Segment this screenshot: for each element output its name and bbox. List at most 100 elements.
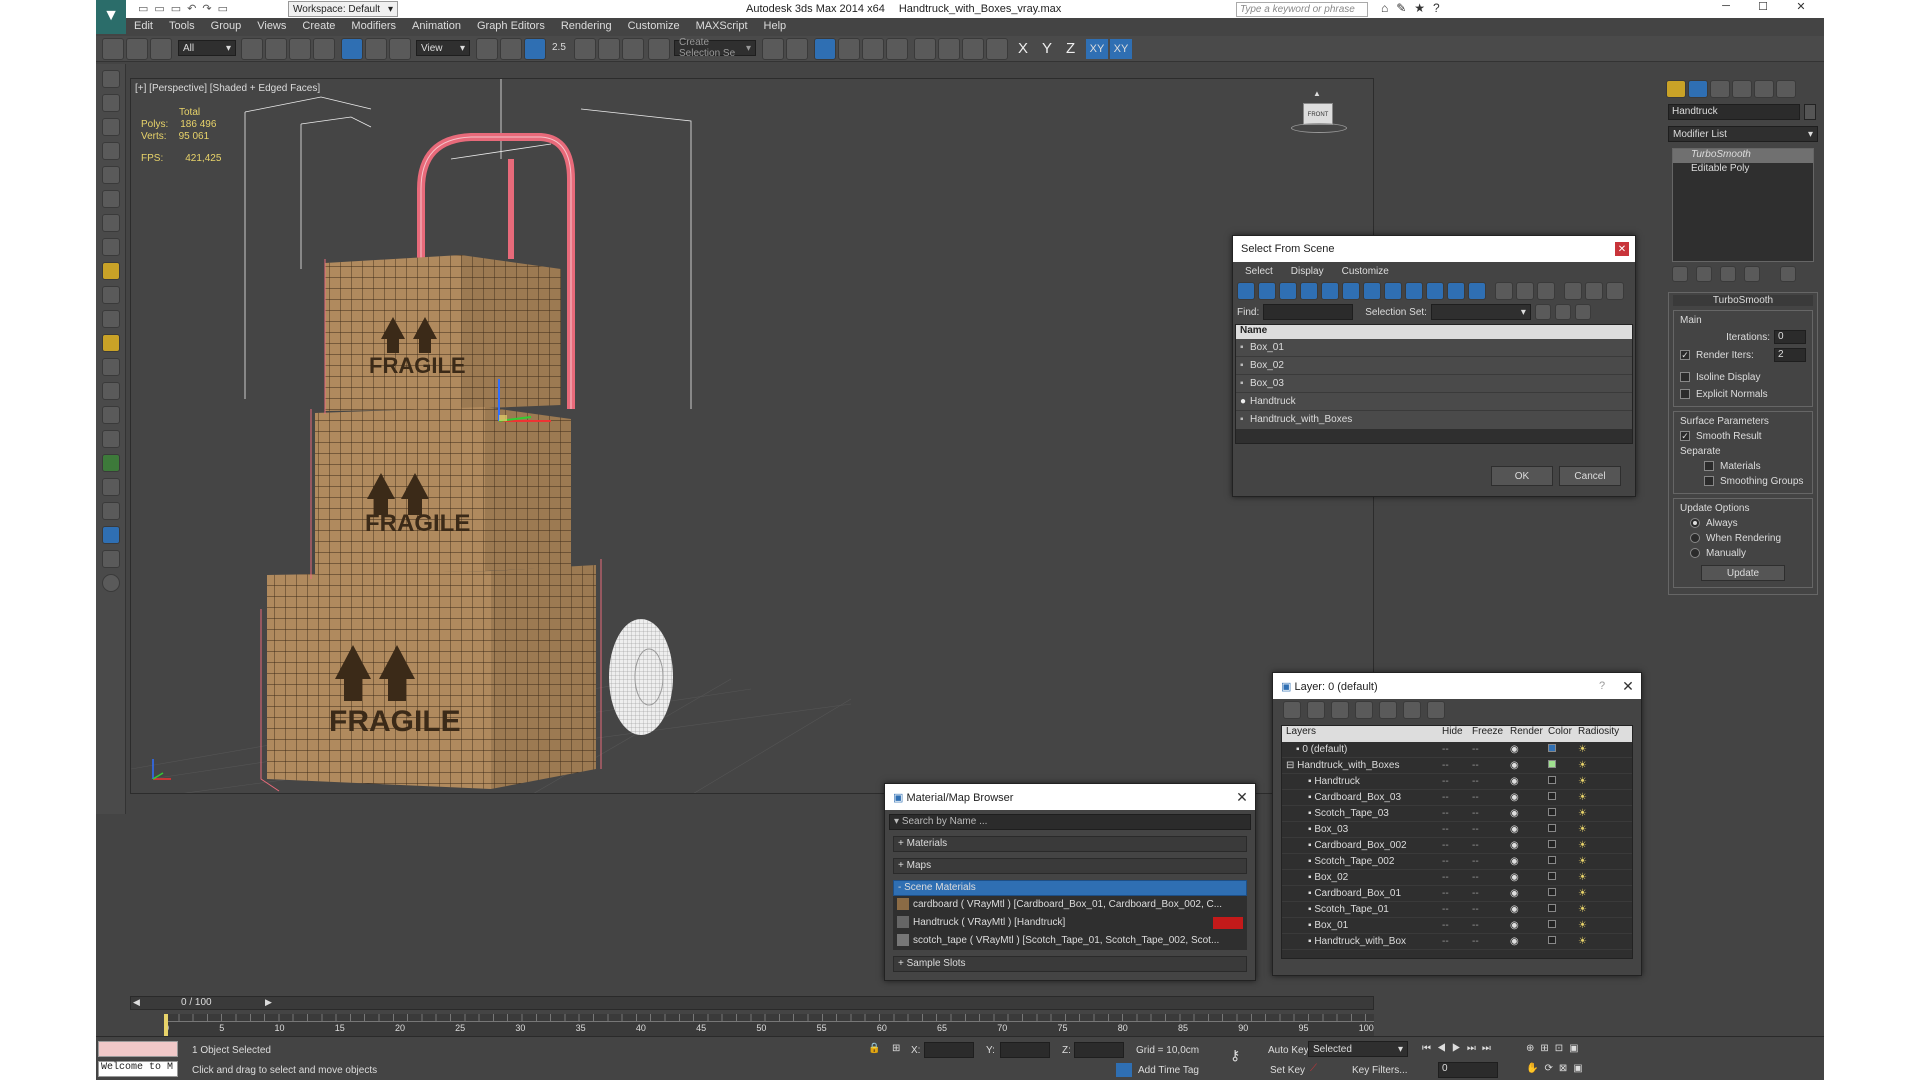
y-coord-input[interactable]	[1000, 1042, 1050, 1058]
show-end-result-icon[interactable]	[1696, 266, 1712, 282]
menu-edit[interactable]: Edit	[126, 20, 161, 34]
highlight-layer-icon[interactable]	[1379, 701, 1397, 719]
freeze-toggle[interactable]: --	[1472, 920, 1510, 931]
col-render[interactable]: Render	[1510, 726, 1548, 742]
layer-row[interactable]: ▪ Scotch_Tape_03 -- -- ◉ ☀	[1282, 806, 1632, 822]
menu-group[interactable]: Group	[203, 20, 250, 34]
maxscript-listener[interactable]	[98, 1041, 178, 1057]
graphite-ribbon-icon[interactable]	[838, 38, 860, 60]
menu-rendering[interactable]: Rendering	[553, 20, 620, 34]
create-plant-icon[interactable]	[101, 454, 120, 472]
layer-color-swatch[interactable]	[1548, 920, 1578, 931]
stack-item-editable-poly[interactable]: Editable Poly	[1673, 163, 1813, 177]
select-none-icon[interactable]	[1516, 282, 1534, 300]
hide-toggle[interactable]: --	[1442, 856, 1472, 867]
render-toggle[interactable]: ◉	[1510, 760, 1548, 771]
current-frame-input[interactable]: 0	[1438, 1062, 1498, 1078]
selset-edit-icon[interactable]	[1554, 304, 1571, 320]
layer-row[interactable]: ▪ Scotch_Tape_01 -- -- ◉ ☀	[1282, 902, 1632, 918]
browser-search[interactable]: ▾ Search by Name ...	[889, 814, 1251, 830]
menu-graph-editors[interactable]: Graph Editors	[469, 20, 553, 34]
section-scene-materials[interactable]: - Scene Materials	[893, 880, 1247, 896]
list-item[interactable]: ▪ Box_01	[1236, 339, 1632, 357]
list-item[interactable]: ● Handtruck	[1236, 393, 1632, 411]
find-input[interactable]	[1263, 304, 1354, 320]
cancel-button[interactable]: Cancel	[1559, 466, 1621, 486]
hide-toggle[interactable]: --	[1442, 824, 1472, 835]
create-plane-icon[interactable]	[101, 238, 120, 256]
time-slider[interactable]: ◀ 0 / 100 ▶	[130, 996, 1374, 1010]
create-system-icon[interactable]	[101, 502, 120, 520]
select-in-layer-icon[interactable]	[1355, 701, 1373, 719]
list-item[interactable]: ▪ Box_02	[1236, 357, 1632, 375]
radiosity-icon[interactable]: ☀	[1578, 872, 1618, 883]
select-by-name-icon[interactable]	[265, 38, 287, 60]
layer-row[interactable]: ⊟ Handtruck_with_Boxes -- -- ◉ ☀	[1282, 758, 1632, 774]
render-toggle[interactable]: ◉	[1510, 824, 1548, 835]
create-cone-icon[interactable]	[101, 190, 120, 208]
render-toggle[interactable]: ◉	[1510, 888, 1548, 899]
list-item[interactable]: ▪ Handtruck_with_Boxes	[1236, 411, 1632, 429]
close-icon[interactable]: ✕	[1615, 242, 1629, 256]
render-toggle[interactable]: ◉	[1510, 904, 1548, 915]
filter-containers-icon[interactable]	[1426, 282, 1444, 300]
hide-toggle[interactable]: --	[1442, 840, 1472, 851]
app-logo-icon[interactable]: ▼	[96, 0, 126, 34]
create-tube-icon[interactable]	[101, 214, 120, 232]
layer-color-swatch[interactable]	[1548, 744, 1578, 755]
prev-frame-arrow[interactable]: ◀	[133, 997, 140, 1008]
filter-lights-icon[interactable]	[1279, 282, 1297, 300]
viewcube-face[interactable]: FRONT	[1303, 103, 1333, 125]
menu-maxscript[interactable]: MAXScript	[688, 20, 756, 34]
pivot-center-icon[interactable]	[476, 38, 498, 60]
curve-editor-icon[interactable]	[862, 38, 884, 60]
minimize-button[interactable]: ─	[1711, 0, 1741, 18]
search-input[interactable]: Type a keyword or phrase	[1237, 4, 1355, 15]
infocenter-icons[interactable]: ⌂✎★?	[1381, 1, 1448, 15]
layer-color-swatch[interactable]	[1548, 888, 1578, 899]
radiosity-icon[interactable]: ☀	[1578, 824, 1618, 835]
selection-filter-dropdown[interactable]: All ▾	[178, 40, 236, 56]
chevron-down-icon[interactable]: ▾	[894, 816, 902, 827]
spinner-snap-icon[interactable]	[622, 38, 644, 60]
hide-toggle[interactable]: --	[1442, 872, 1472, 883]
layer-color-swatch[interactable]	[1548, 872, 1578, 883]
rendered-frame-icon[interactable]	[962, 38, 984, 60]
create-light-icon[interactable]	[101, 262, 120, 280]
layer-row[interactable]: ▪ Cardboard_Box_03 -- -- ◉ ☀	[1282, 790, 1632, 806]
dialog-title-bar[interactable]: ▣ Layer: 0 (default) ? ✕	[1273, 673, 1641, 699]
update-button[interactable]: Update	[1701, 565, 1785, 581]
layer-row[interactable]: ▪ Box_02 -- -- ◉ ☀	[1282, 870, 1632, 886]
motion-tab-icon[interactable]	[1732, 80, 1752, 98]
manually-radio[interactable]	[1690, 548, 1700, 559]
columns-icon[interactable]	[1606, 282, 1624, 300]
create-globe-icon[interactable]	[101, 526, 120, 544]
menu-customize[interactable]: Customize	[620, 20, 688, 34]
render-iters-spinner[interactable]: 2	[1774, 348, 1806, 362]
render-production-icon[interactable]	[986, 38, 1008, 60]
render-toggle[interactable]: ◉	[1510, 744, 1548, 755]
modify-tab-icon[interactable]	[1688, 80, 1708, 98]
menu-views[interactable]: Views	[249, 20, 294, 34]
layer-color-swatch[interactable]	[1548, 904, 1578, 915]
edit-named-selection-icon[interactable]	[648, 38, 670, 60]
hide-toggle[interactable]: --	[1442, 760, 1472, 771]
freeze-toggle[interactable]: --	[1472, 904, 1510, 915]
create-teapot-icon[interactable]	[101, 166, 120, 184]
pin-stack-icon[interactable]	[1672, 266, 1688, 282]
scene-object-list[interactable]: Name ▪ Box_01 ▪ Box_02 ▪ Box_03 ● Handtruck …	[1235, 324, 1633, 444]
rect-selection-icon[interactable]	[289, 38, 311, 60]
filter-icon[interactable]	[1564, 282, 1582, 300]
create-tab-icon[interactable]	[1666, 80, 1686, 98]
filter-hidden-icon[interactable]	[1468, 282, 1486, 300]
freeze-toggle[interactable]: --	[1472, 824, 1510, 835]
viewport-nav-controls[interactable]: ⊕⊞⊡▣	[1526, 1043, 1585, 1054]
transform-type-in-icon[interactable]: ⊞	[892, 1043, 900, 1054]
section-materials[interactable]: + Materials	[893, 836, 1247, 852]
select-link-icon[interactable]	[102, 38, 124, 60]
layer-row[interactable]: ▪ Cardboard_Box_01 -- -- ◉ ☀	[1282, 886, 1632, 902]
iterations-spinner[interactable]: 0	[1774, 330, 1806, 344]
always-radio[interactable]	[1690, 518, 1700, 529]
object-color-swatch[interactable]	[1804, 104, 1816, 120]
axis-cycle-button[interactable]: XY	[1110, 39, 1132, 59]
